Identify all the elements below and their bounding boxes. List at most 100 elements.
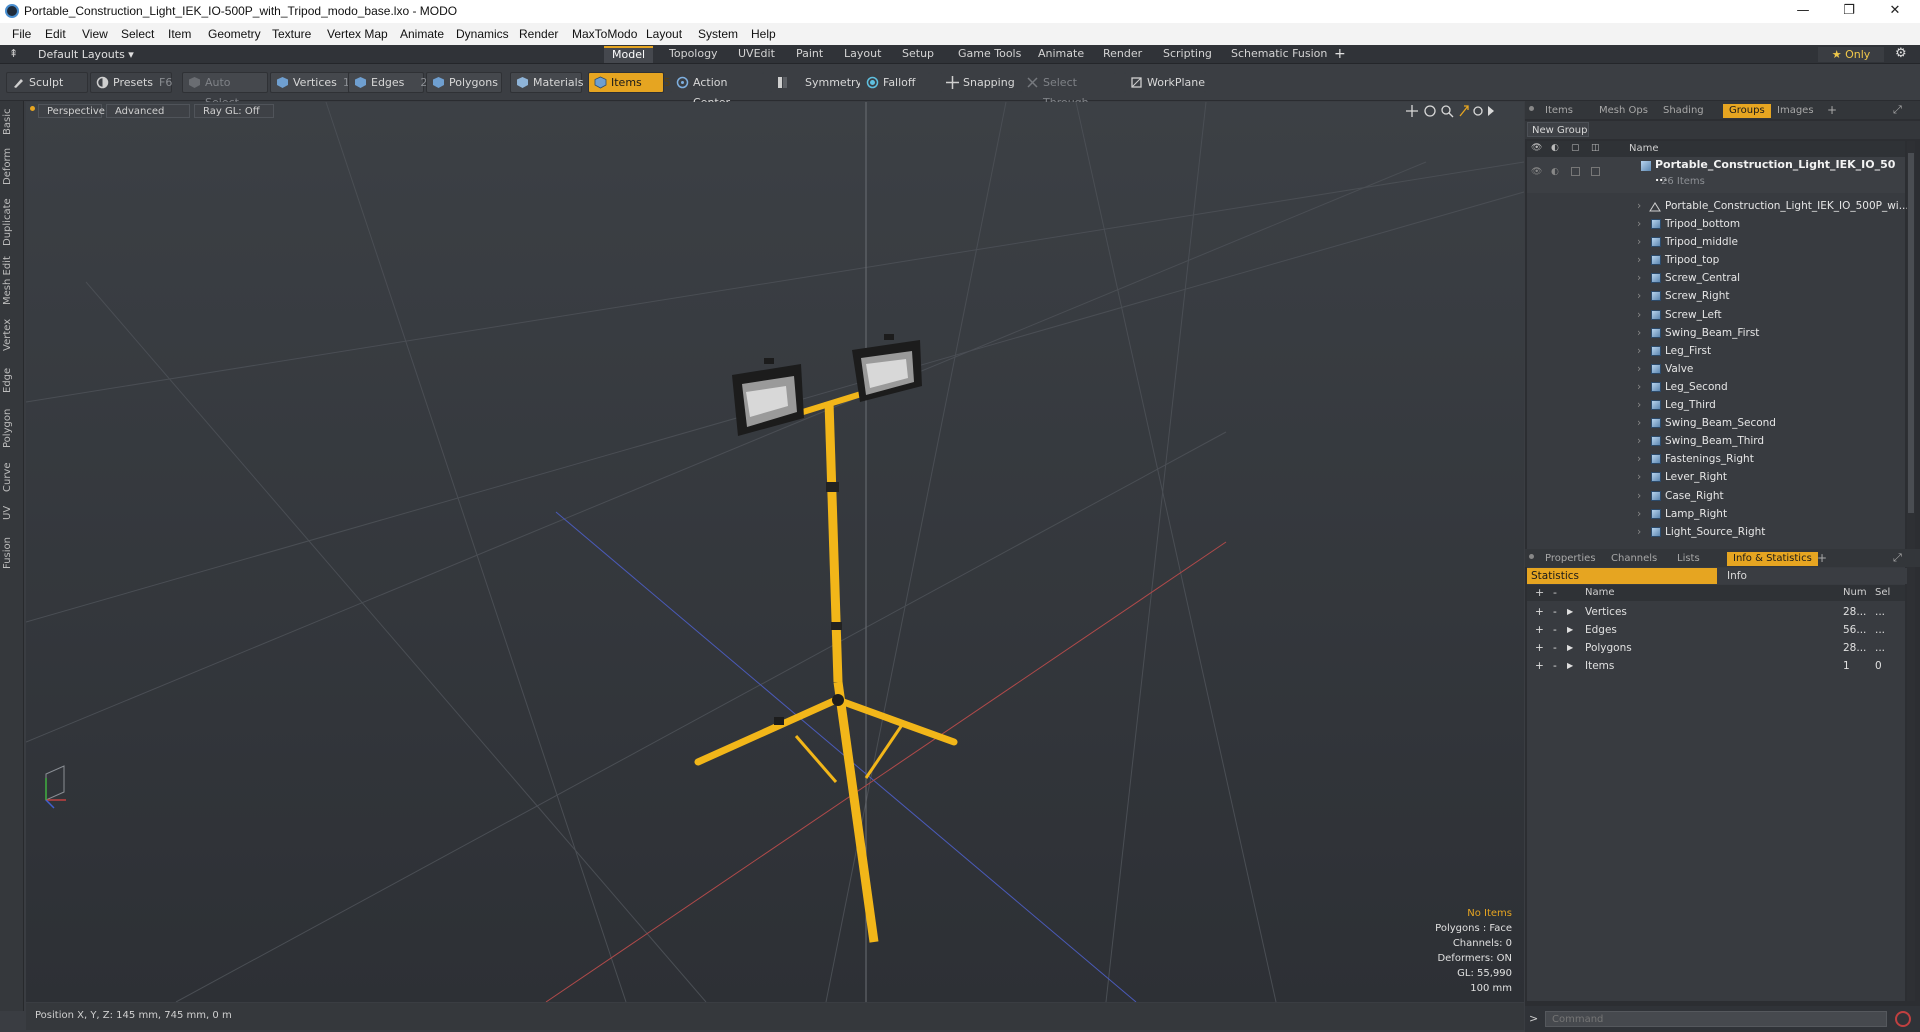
edges-button[interactable]: Edges 2 <box>348 72 427 93</box>
group-item-row[interactable]: › Lever_Right <box>1527 468 1907 486</box>
stats-row[interactable]: + - ▶ Edges 56...... <box>1527 621 1907 639</box>
menu-select[interactable]: Select <box>121 27 154 41</box>
group-item-row[interactable]: › Valve <box>1527 360 1907 378</box>
render-column-icon[interactable]: ◐ <box>1551 143 1559 153</box>
info-subtab[interactable]: Info <box>1717 568 1907 584</box>
group-item-row[interactable]: › Leg_Second <box>1527 378 1907 396</box>
stats-panel-menu-icon[interactable] <box>1529 554 1534 559</box>
stats-sel-header[interactable]: Sel <box>1875 587 1890 598</box>
lock-column-icon[interactable]: ▢ <box>1571 143 1580 153</box>
menu-animate[interactable]: Animate <box>400 27 444 41</box>
panel-menu-icon[interactable] <box>1529 106 1534 111</box>
stats-scrollbar[interactable] <box>1907 601 1915 1001</box>
command-stop-icon[interactable] <box>1895 1011 1911 1027</box>
polygons-button[interactable]: Polygons <box>426 72 502 93</box>
vtab-curve[interactable]: Curve <box>2 459 22 495</box>
tab-schematic-fusion[interactable]: Schematic Fusion <box>1223 46 1335 63</box>
tab-setup[interactable]: Setup <box>894 46 942 63</box>
viewport-menu-icon[interactable] <box>30 106 35 111</box>
disclosure-triangle-icon[interactable]: ▶ <box>1567 603 1573 621</box>
group-item-row[interactable]: › Tripod_bottom <box>1527 215 1907 233</box>
row-expand-icon[interactable]: + <box>1535 621 1544 639</box>
group-item-row[interactable]: › Case_Right <box>1527 487 1907 505</box>
stats-row[interactable]: + - ▶ Vertices 28...... <box>1527 603 1907 621</box>
select-through-button[interactable]: Select Through <box>1020 72 1116 109</box>
root-group-row[interactable]: 👁 ◐ Portable_Construction_Light_IEK_IO_5… <box>1527 157 1905 193</box>
row-collapse-icon[interactable]: - <box>1553 657 1557 675</box>
menu-texture[interactable]: Texture <box>272 27 311 41</box>
mesh-item-row[interactable]: › Portable_Construction_Light_IEK_IO_500… <box>1527 197 1909 215</box>
menu-edit[interactable]: Edit <box>45 27 66 41</box>
menu-maxtomodo[interactable]: MaxToModo <box>572 27 637 41</box>
raygl-toggle[interactable]: Ray GL: Off <box>194 104 274 118</box>
tab-model[interactable]: Model <box>604 46 654 63</box>
root-lock-checkbox[interactable] <box>1571 167 1580 176</box>
close-button[interactable]: ✕ <box>1872 0 1918 23</box>
add-stats-tab-icon[interactable]: + <box>1817 551 1827 565</box>
group-item-row[interactable]: › Leg_First <box>1527 342 1907 360</box>
tab-layout[interactable]: Layout <box>836 46 889 63</box>
group-item-row[interactable]: › Lamp_Right <box>1527 505 1907 523</box>
root-visibility-icon[interactable]: 👁 <box>1531 167 1542 177</box>
vtab-polygon[interactable]: Polygon <box>2 405 22 451</box>
vtab-basic[interactable]: Basic <box>2 107 22 137</box>
menu-system[interactable]: System <box>698 27 738 41</box>
group-item-row[interactable]: › Swing_Beam_Third <box>1527 432 1907 450</box>
tab-items[interactable]: Items <box>1539 104 1579 118</box>
settings-gear-icon[interactable]: ⚙ <box>1895 46 1907 61</box>
row-expand-icon[interactable]: + <box>1535 603 1544 621</box>
tab-topology[interactable]: Topology <box>661 46 726 63</box>
statistics-subtab[interactable]: Statistics <box>1527 568 1717 584</box>
collapse-all-icon[interactable]: - <box>1553 586 1557 599</box>
menu-layout[interactable]: Layout <box>646 27 682 41</box>
maximize-button[interactable]: ❐ <box>1826 0 1872 23</box>
stats-row[interactable]: + - ▶ Polygons 28...... <box>1527 639 1907 657</box>
new-group-button[interactable]: New Group <box>1527 122 1589 137</box>
snapping-button[interactable]: Snapping <box>940 72 1016 93</box>
stats-num-header[interactable]: Num <box>1843 587 1867 598</box>
vtab-vertex[interactable]: Vertex <box>2 315 22 355</box>
vtab-uv[interactable]: UV <box>2 501 22 525</box>
tab-channels[interactable]: Channels <box>1605 552 1663 566</box>
row-collapse-icon[interactable]: - <box>1553 621 1557 639</box>
3d-viewport[interactable]: Perspective Advanced Ray GL: Off No Item… <box>26 102 1524 1002</box>
name-column-header[interactable]: Name <box>1629 143 1659 154</box>
symmetry-button[interactable]: Symmetry <box>770 72 862 93</box>
tab-images[interactable]: Images <box>1771 104 1820 118</box>
stats-name-header[interactable]: Name <box>1585 587 1615 598</box>
menu-render[interactable]: Render <box>519 27 558 41</box>
group-item-row[interactable]: › Tripod_top <box>1527 251 1907 269</box>
sculpt-button[interactable]: Sculpt <box>6 72 88 93</box>
only-toggle[interactable]: ★ Only <box>1818 47 1884 62</box>
group-item-row[interactable]: › Fastenings_Right <box>1527 450 1907 468</box>
tab-animate[interactable]: Animate <box>1030 46 1092 63</box>
materials-button[interactable]: Materials <box>510 72 583 93</box>
group-item-row[interactable]: › Tripod_middle <box>1527 233 1907 251</box>
menu-dynamics[interactable]: Dynamics <box>456 27 509 41</box>
row-expand-icon[interactable]: + <box>1535 639 1544 657</box>
items-button[interactable]: Items 5 <box>588 72 671 93</box>
row-collapse-icon[interactable]: - <box>1553 603 1557 621</box>
disclosure-triangle-icon[interactable]: ▶ <box>1567 657 1573 675</box>
tab-scripting[interactable]: Scripting <box>1155 46 1220 63</box>
presets-button[interactable]: Presets F6 <box>90 72 172 93</box>
vertices-button[interactable]: Vertices 1 <box>270 72 352 93</box>
row-expand-icon[interactable]: + <box>1535 657 1544 675</box>
vtab-duplicate[interactable]: Duplicate <box>2 197 22 247</box>
tab-game-tools[interactable]: Game Tools <box>950 46 1029 63</box>
auto-select-button[interactable]: Auto Select <box>182 72 268 109</box>
vtab-deform[interactable]: Deform <box>2 145 22 187</box>
add-panel-tab-icon[interactable]: + <box>1827 103 1837 117</box>
tab-lists[interactable]: Lists <box>1671 552 1706 566</box>
tab-mesh-ops[interactable]: Mesh Ops <box>1593 104 1654 118</box>
layout-toggle-icon[interactable]: ⇞ <box>9 47 18 60</box>
groups-scrollbar-thumb[interactable] <box>1908 153 1914 513</box>
tab-info-statistics[interactable]: Info & Statistics <box>1727 552 1818 566</box>
group-item-row[interactable]: › Screw_Right <box>1527 287 1907 305</box>
perspective-dropdown[interactable]: Perspective <box>38 104 105 118</box>
action-center-button[interactable]: Action Center <box>670 72 764 109</box>
select-column-icon[interactable]: ◫ <box>1591 143 1600 153</box>
group-item-row[interactable]: › Screw_Left <box>1527 306 1907 324</box>
workplane-button[interactable]: WorkPlane <box>1124 72 1206 93</box>
menu-view[interactable]: View <box>82 27 108 41</box>
